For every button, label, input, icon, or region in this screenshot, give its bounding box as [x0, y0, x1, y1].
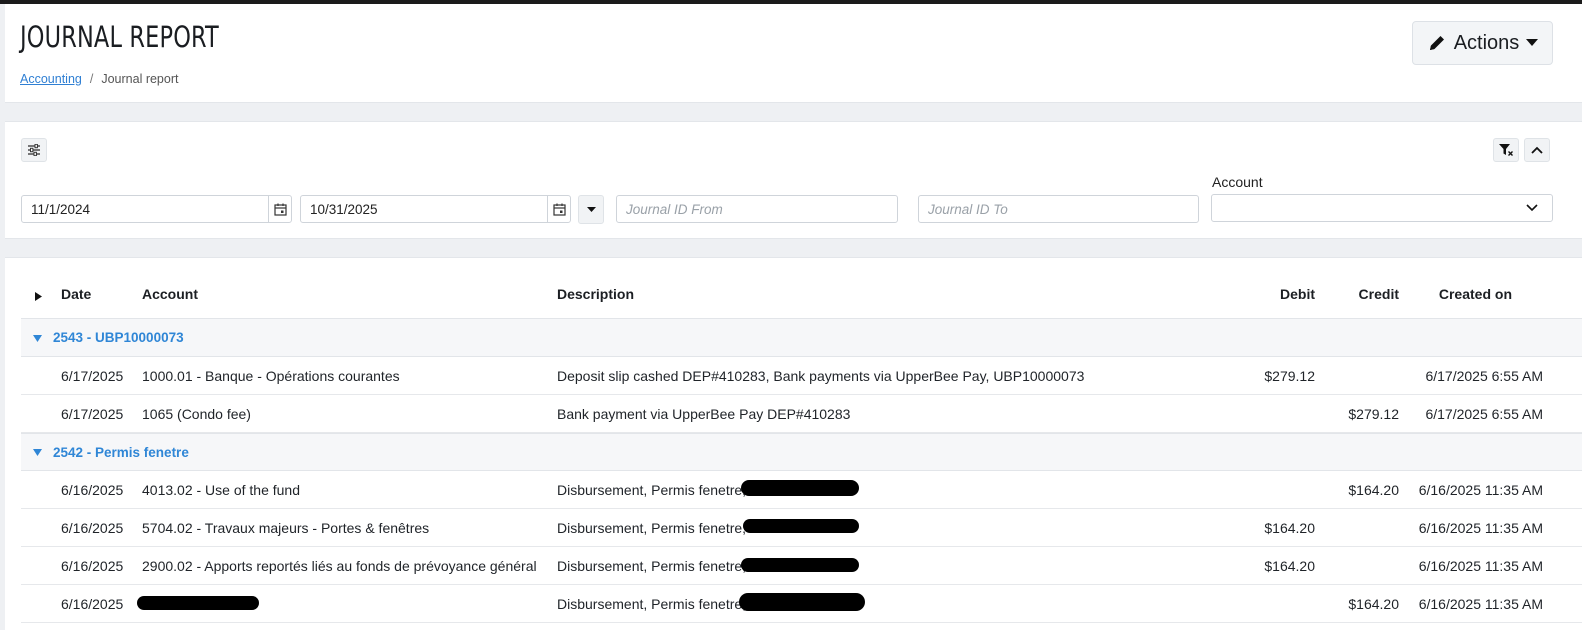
cell-created-on: 6/16/2025 11:35 AM — [1418, 596, 1543, 612]
cell-debit: $164.20 — [1264, 520, 1315, 536]
journal-id-to-input[interactable]: Journal ID To — [918, 195, 1199, 223]
group-label: 2543 - UBP10000073 — [53, 330, 184, 345]
account-select[interactable] — [1211, 194, 1553, 222]
group-row[interactable]: 2542 - Permis fenetre — [21, 433, 1582, 471]
table-row[interactable]: 6/16/2025 4013.02 - Use of the fund Disb… — [21, 471, 1582, 509]
journal-id-to-placeholder: Journal ID To — [928, 201, 1008, 217]
redaction-mark — [743, 519, 859, 533]
table-header-row: Date Account Description Debit Credit Cr… — [21, 280, 1582, 318]
col-date[interactable]: Date — [61, 286, 91, 302]
cell-credit: $279.12 — [1348, 406, 1399, 422]
cell-created-on: 6/16/2025 11:35 AM — [1418, 482, 1543, 498]
cell-description: Deposit slip cashed DEP#410283, Bank pay… — [557, 368, 1085, 384]
cell-created-on: 6/16/2025 11:35 AM — [1418, 520, 1543, 536]
col-debit[interactable]: Debit — [1280, 286, 1315, 302]
breadcrumb-separator: / — [89, 72, 94, 86]
cell-description: Disbursement, Permis fenetre, — [557, 558, 747, 574]
caret-down-icon — [1526, 39, 1539, 46]
cell-created-on: 6/17/2025 6:55 AM — [1425, 406, 1543, 422]
cell-description: Disbursement, Permis fenetre, — [557, 520, 747, 536]
sliders-icon — [28, 144, 40, 156]
date-range-dropdown-button[interactable] — [578, 195, 604, 224]
cell-description: Bank payment via UpperBee Pay DEP#410283 — [557, 406, 851, 422]
cell-date: 6/16/2025 — [61, 520, 124, 536]
cell-account: 5704.02 - Travaux majeurs - Portes & fen… — [142, 520, 430, 536]
group-row[interactable]: 2543 - UBP10000073 — [21, 318, 1582, 357]
cell-date: 6/16/2025 — [61, 558, 124, 574]
col-description[interactable]: Description — [557, 286, 634, 302]
redaction-mark — [741, 480, 859, 496]
redaction-mark — [137, 596, 259, 610]
table-row[interactable]: 6/17/2025 1000.01 - Banque - Opérations … — [21, 357, 1582, 395]
journal-table: Date Account Description Debit Credit Cr… — [5, 257, 1582, 630]
cell-debit: $279.12 — [1264, 368, 1315, 384]
table-row[interactable]: 6/16/2025 Disbursement, Permis fenetre, … — [21, 585, 1582, 623]
cell-date: 6/17/2025 — [61, 406, 124, 422]
actions-label: Actions — [1453, 31, 1520, 54]
cell-date: 6/16/2025 — [61, 482, 124, 498]
cell-date: 6/17/2025 — [61, 368, 124, 384]
filter-settings-button[interactable] — [21, 138, 47, 162]
cell-credit: $164.20 — [1348, 596, 1399, 612]
cell-debit: $164.20 — [1264, 558, 1315, 574]
account-label: Account — [1212, 174, 1263, 190]
col-created-on[interactable]: Created on — [1439, 286, 1512, 302]
cell-description: Disbursement, Permis fenetre, — [557, 596, 747, 612]
breadcrumb-current: Journal report — [101, 72, 179, 86]
cell-date: 6/16/2025 — [61, 596, 124, 612]
date-from-input[interactable]: 11/1/2024 — [21, 195, 292, 223]
pencil-icon — [1429, 36, 1444, 50]
page-title: JOURNAL REPORT — [20, 20, 219, 54]
redaction-mark — [739, 593, 865, 611]
table-row[interactable]: 6/17/2025 1065 (Condo fee) Bank payment … — [21, 395, 1582, 433]
collapse-group-icon[interactable] — [33, 449, 42, 456]
calendar-icon[interactable] — [547, 196, 570, 222]
cell-account: 2900.02 - Apports reportés liés au fonds… — [142, 558, 537, 574]
journal-id-from-input[interactable]: Journal ID From — [616, 195, 898, 223]
expand-all-icon[interactable] — [35, 292, 42, 301]
cell-account: 1000.01 - Banque - Opérations courantes — [142, 368, 400, 384]
clear-filters-button[interactable] — [1493, 138, 1519, 162]
date-from-value: 11/1/2024 — [31, 201, 91, 217]
table-row[interactable]: 6/16/2025 5704.02 - Travaux majeurs - Po… — [21, 509, 1582, 547]
cell-account: 1065 (Condo fee) — [142, 406, 251, 422]
journal-id-from-placeholder: Journal ID From — [626, 201, 723, 217]
calendar-icon[interactable] — [268, 196, 291, 222]
col-account[interactable]: Account — [142, 286, 198, 302]
breadcrumb-accounting-link[interactable]: Accounting — [20, 72, 82, 86]
date-to-value: 10/31/2025 — [310, 201, 378, 217]
col-credit[interactable]: Credit — [1359, 286, 1399, 302]
cell-credit: $164.20 — [1348, 482, 1399, 498]
cell-created-on: 6/17/2025 6:55 AM — [1425, 368, 1543, 384]
actions-button[interactable]: Actions — [1412, 21, 1553, 65]
cell-account: 4013.02 - Use of the fund — [142, 482, 300, 498]
collapse-filters-button[interactable] — [1524, 138, 1550, 162]
table-row[interactable]: 6/16/2025 2900.02 - Apports reportés lié… — [21, 547, 1582, 585]
date-to-input[interactable]: 10/31/2025 — [300, 195, 571, 223]
cell-created-on: 6/16/2025 11:35 AM — [1418, 558, 1543, 574]
redaction-mark — [741, 558, 859, 572]
collapse-group-icon[interactable] — [33, 335, 42, 342]
page-header: JOURNAL REPORT Accounting / Journal report… — [5, 4, 1582, 103]
cell-description: Disbursement, Permis fenetre, — [557, 482, 747, 498]
chevron-up-icon — [1531, 146, 1543, 154]
chevron-down-icon — [1526, 204, 1538, 212]
group-label: 2542 - Permis fenetre — [53, 445, 189, 460]
breadcrumb: Accounting / Journal report — [20, 72, 178, 86]
filter-panel: 11/1/2024 10/31/2025 Journal ID From Jou… — [5, 121, 1582, 239]
filter-clear-icon — [1499, 144, 1513, 156]
caret-down-icon — [586, 206, 596, 212]
